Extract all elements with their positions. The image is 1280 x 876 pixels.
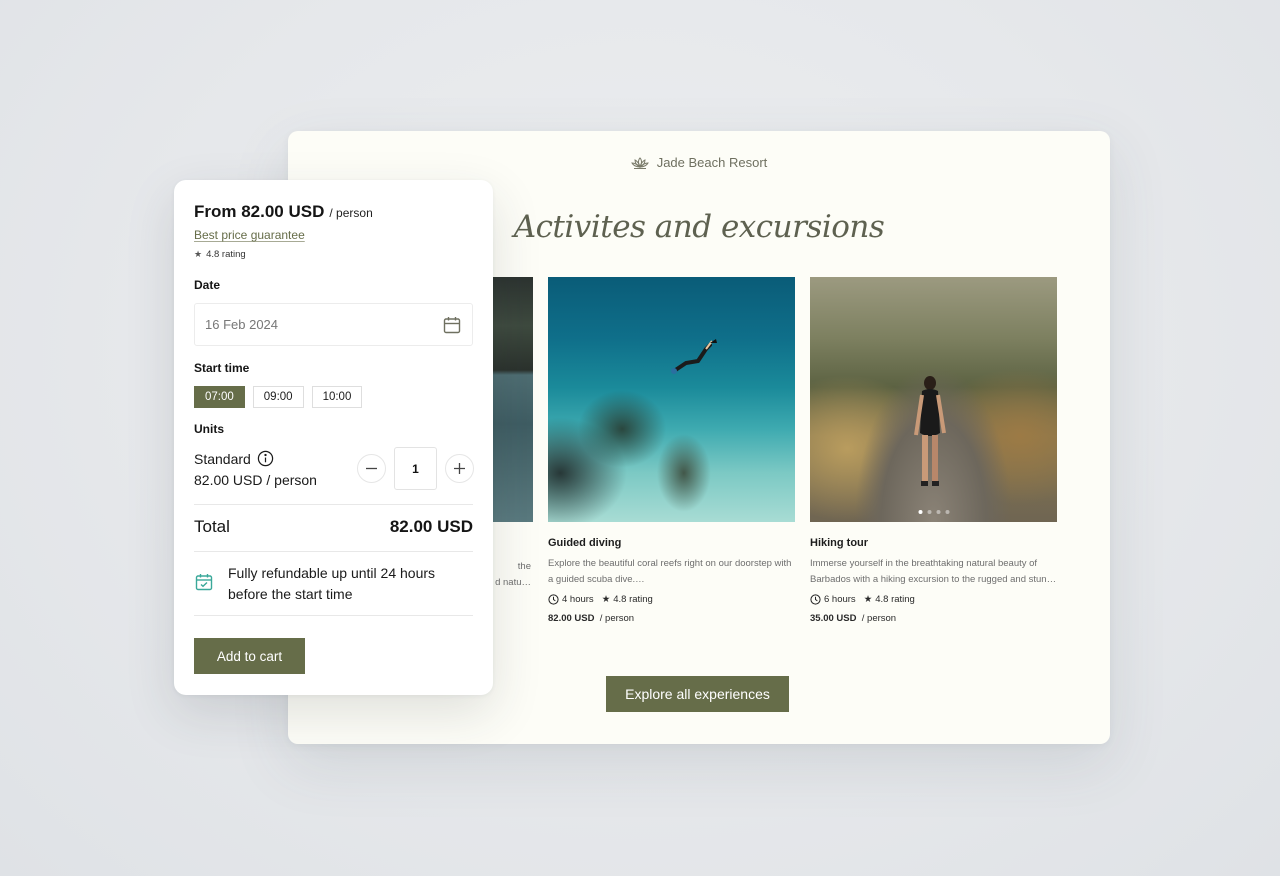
date-label: Date [194, 278, 221, 292]
from-price-unit: / person [329, 206, 373, 220]
clock-icon [548, 594, 559, 605]
divider [194, 551, 473, 552]
unit-price: 82.00 USD / person [194, 472, 317, 488]
time-option-1000[interactable]: 10:00 [311, 386, 363, 408]
start-time-label: Start time [194, 361, 250, 375]
increment-button[interactable] [445, 454, 474, 483]
calendar-check-icon [195, 574, 213, 591]
brand[interactable]: Jade Beach Resort [288, 155, 1110, 170]
best-price-guarantee-link[interactable]: Best price guarantee [194, 228, 305, 242]
duration: 6 hours [810, 594, 856, 605]
decrement-button[interactable] [357, 454, 386, 483]
from-price: From 82.00 USD [194, 202, 325, 221]
carousel-dot[interactable] [927, 510, 931, 514]
date-field[interactable] [194, 303, 473, 346]
calendar-icon[interactable] [442, 315, 462, 335]
activity-price: 82.00 USD / person [548, 613, 635, 624]
refund-text: Fully refundable up until 24 hours befor… [228, 565, 436, 602]
activity-price: 35.00 USD / person [810, 613, 897, 624]
quantity-value[interactable]: 1 [394, 447, 437, 490]
time-option-0700[interactable]: 07:00 [194, 386, 245, 408]
booking-panel: From 82.00 USD / person Best price guara… [174, 180, 493, 695]
hiking-photo [810, 277, 1057, 522]
star-icon: ★ [863, 594, 873, 605]
carousel-dots[interactable] [918, 510, 949, 514]
activity-title[interactable]: Hiking tour [810, 537, 1057, 549]
unit-name: Standard [194, 450, 274, 467]
star-icon: ★ [601, 594, 611, 605]
explore-all-button[interactable]: Explore all experiences [606, 676, 789, 712]
activity-card-guided-diving[interactable]: Guided diving Explore the beautiful cora… [548, 277, 795, 624]
brand-name: Jade Beach Resort [656, 155, 768, 170]
clock-icon [810, 594, 821, 605]
divider [194, 615, 473, 616]
info-icon[interactable] [257, 450, 274, 467]
price-heading: From 82.00 USD / person [194, 202, 373, 222]
duration: 4 hours [548, 594, 594, 605]
minus-icon [366, 467, 377, 470]
time-option-0900[interactable]: 09:00 [252, 386, 304, 408]
hiker-figure [914, 376, 946, 486]
rating: ★ 4.8 rating [194, 249, 246, 260]
refund-policy: Fully refundable up until 24 hours befor… [194, 563, 458, 605]
activity-title[interactable]: Guided diving [548, 537, 795, 549]
activity-description: Explore the beautiful coral reefs right … [548, 558, 792, 585]
total-value: 82.00 USD [389, 517, 473, 536]
total-label: Total [194, 517, 230, 536]
add-to-cart-button[interactable]: Add to cart [194, 638, 305, 674]
carousel-dot[interactable] [945, 510, 949, 514]
star-icon: ★ [194, 249, 203, 259]
total-row: Total 82.00 USD [194, 517, 473, 537]
rating: ★ 4.8 rating [863, 594, 915, 605]
units-label: Units [194, 422, 224, 436]
carousel-dot[interactable] [918, 510, 922, 514]
lotus-icon [630, 156, 649, 169]
quantity-stepper: 1 [357, 447, 474, 490]
rating: ★ 4.8 rating [601, 594, 653, 605]
carousel-dot[interactable] [936, 510, 940, 514]
diving-photo [548, 277, 795, 522]
date-input[interactable] [205, 317, 405, 332]
activity-card-hiking-tour[interactable]: Hiking tour Immerse yourself in the brea… [810, 277, 1057, 624]
activity-description: Immerse yourself in the breathtaking nat… [810, 558, 1057, 585]
start-time-options: 07:00 09:00 10:00 [194, 386, 363, 408]
divider [194, 504, 473, 505]
plus-icon [454, 463, 465, 474]
diver-figure [671, 339, 717, 374]
